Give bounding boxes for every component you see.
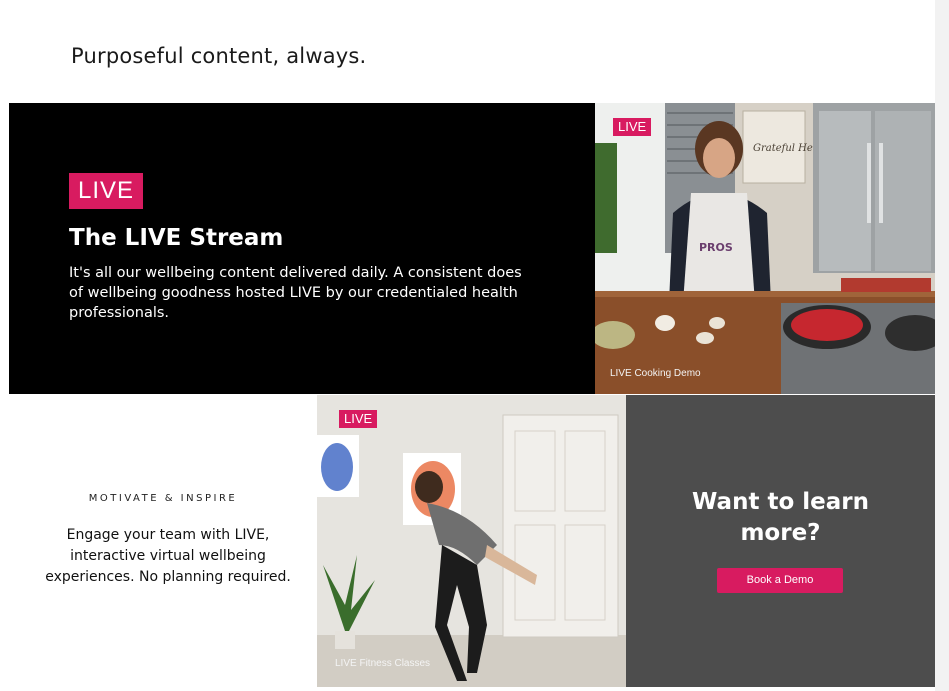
live-badge: LIVE xyxy=(613,118,652,136)
book-demo-button[interactable]: Book a Demo xyxy=(717,568,843,593)
page-edge xyxy=(935,0,949,691)
demo-cta-panel: Want to learn more? Book a Demo xyxy=(626,395,935,687)
cooking-demo-panel: Grateful Heart PROS LIVE LIVE Cooking De… xyxy=(595,103,935,394)
live-badge: LIVE xyxy=(69,173,144,209)
cta-title-line1: Want to learn xyxy=(692,489,869,515)
cta-title-line2: more? xyxy=(740,520,821,546)
cooking-demo-photo: Grateful Heart PROS xyxy=(595,103,935,394)
hero-title: The LIVE Stream xyxy=(69,225,284,251)
fitness-class-photo xyxy=(317,395,626,687)
fitness-class-panel: LIVE LIVE Fitness Classes xyxy=(317,395,626,687)
section-overline: MOTIVATE & INSPIRE xyxy=(88,493,238,504)
live-badge: LIVE xyxy=(339,410,378,428)
fitness-caption: LIVE Fitness Classes xyxy=(335,658,431,669)
hero-description: It's all our wellbeing content delivered… xyxy=(69,265,522,321)
page-headline: Purposeful content, always. xyxy=(71,44,367,68)
cooking-caption: LIVE Cooking Demo xyxy=(610,368,701,379)
live-stream-hero: LIVE The LIVE Stream It's all our wellbe… xyxy=(9,103,595,394)
section-description: Engage your team with LIVE, interactive … xyxy=(45,527,291,585)
motivate-section: MOTIVATE & INSPIRE Engage your team with… xyxy=(9,395,317,687)
cta-title: Want to learn more? xyxy=(626,487,935,549)
apron-text: PROS xyxy=(699,241,733,254)
